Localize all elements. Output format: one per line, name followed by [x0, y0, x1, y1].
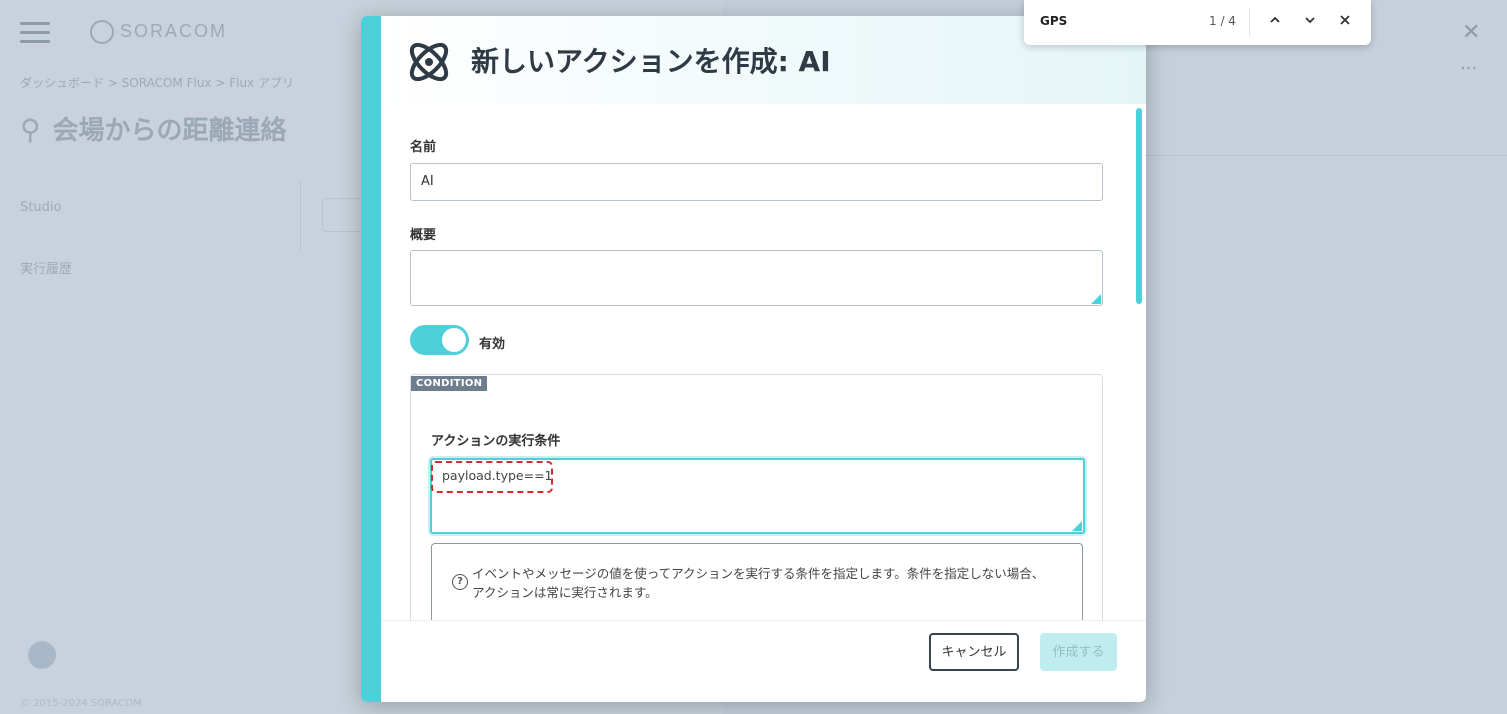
condition-label: アクションの実行条件 — [431, 434, 561, 449]
divider — [1249, 8, 1250, 36]
breadcrumb: ダッシュボード > SORACOM Flux > Flux アプリ — [20, 76, 294, 90]
enabled-label: 有効 — [479, 337, 506, 352]
hamburger-menu-icon — [20, 22, 50, 43]
divider — [1146, 155, 1507, 156]
question-icon: ? — [452, 574, 468, 590]
resize-handle-icon[interactable] — [1091, 294, 1101, 304]
annotation-highlight — [431, 461, 553, 493]
dialog-footer: キャンセル 作成する — [381, 620, 1146, 702]
name-label: 名前 — [410, 140, 437, 155]
chevron-down-icon — [1305, 17, 1315, 24]
description-label: 概要 — [410, 228, 437, 243]
cancel-button[interactable]: キャンセル — [929, 633, 1019, 671]
chevron-up-icon — [1270, 16, 1280, 23]
divider — [300, 180, 301, 250]
dialog-accent-stripe — [361, 16, 381, 702]
dialog-scrollbar[interactable] — [1136, 108, 1142, 304]
condition-tag: CONDITION — [411, 376, 488, 391]
name-field[interactable]: AI — [410, 163, 1103, 201]
find-close-button[interactable] — [1334, 11, 1356, 33]
create-button[interactable]: 作成する — [1040, 633, 1117, 671]
help-note: ? イベントやメッセージの値を使ってアクションを実行する条件を指定します。条件を… — [431, 543, 1083, 620]
copyright: © 2015-2024 SORACOM — [20, 698, 142, 709]
background-page-title: ⚲ 会場からの距離連絡 — [20, 113, 287, 146]
find-previous-button[interactable] — [1264, 11, 1286, 33]
background-button — [322, 198, 364, 232]
nav-item-history: 実行履歴 — [20, 262, 73, 277]
find-bar: GPS 1 / 4 — [1024, 0, 1371, 45]
dialog-title: 新しいアクションを作成: AI — [471, 45, 831, 78]
resize-handle-icon[interactable] — [1072, 521, 1082, 531]
help-text: イベントやメッセージの値を使ってアクションを実行する条件を指定します。条件を指定… — [472, 566, 1045, 600]
find-match-count: 1 / 4 — [1209, 14, 1236, 28]
close-icon: ✕ — [1462, 20, 1481, 45]
nav-item-studio: Studio — [20, 200, 62, 215]
toggle-knob — [442, 328, 466, 352]
create-action-dialog: 新しいアクションを作成: AI 名前 AI 概要 有効 CONDITION アク… — [361, 16, 1146, 702]
find-input[interactable]: GPS — [1040, 14, 1067, 28]
avatar — [28, 641, 56, 669]
flux-app-icon: ⚲ — [20, 113, 41, 146]
soracom-logo: SORACOM — [90, 20, 227, 44]
dialog-body[interactable]: 名前 AI 概要 有効 CONDITION アクションの実行条件 payload… — [381, 104, 1146, 620]
enabled-toggle[interactable] — [410, 325, 469, 355]
close-icon — [1340, 15, 1350, 25]
ai-atom-icon — [409, 42, 449, 82]
more-options-icon: ··· — [1460, 58, 1478, 79]
description-field[interactable] — [410, 250, 1103, 306]
find-next-button[interactable] — [1299, 11, 1321, 33]
